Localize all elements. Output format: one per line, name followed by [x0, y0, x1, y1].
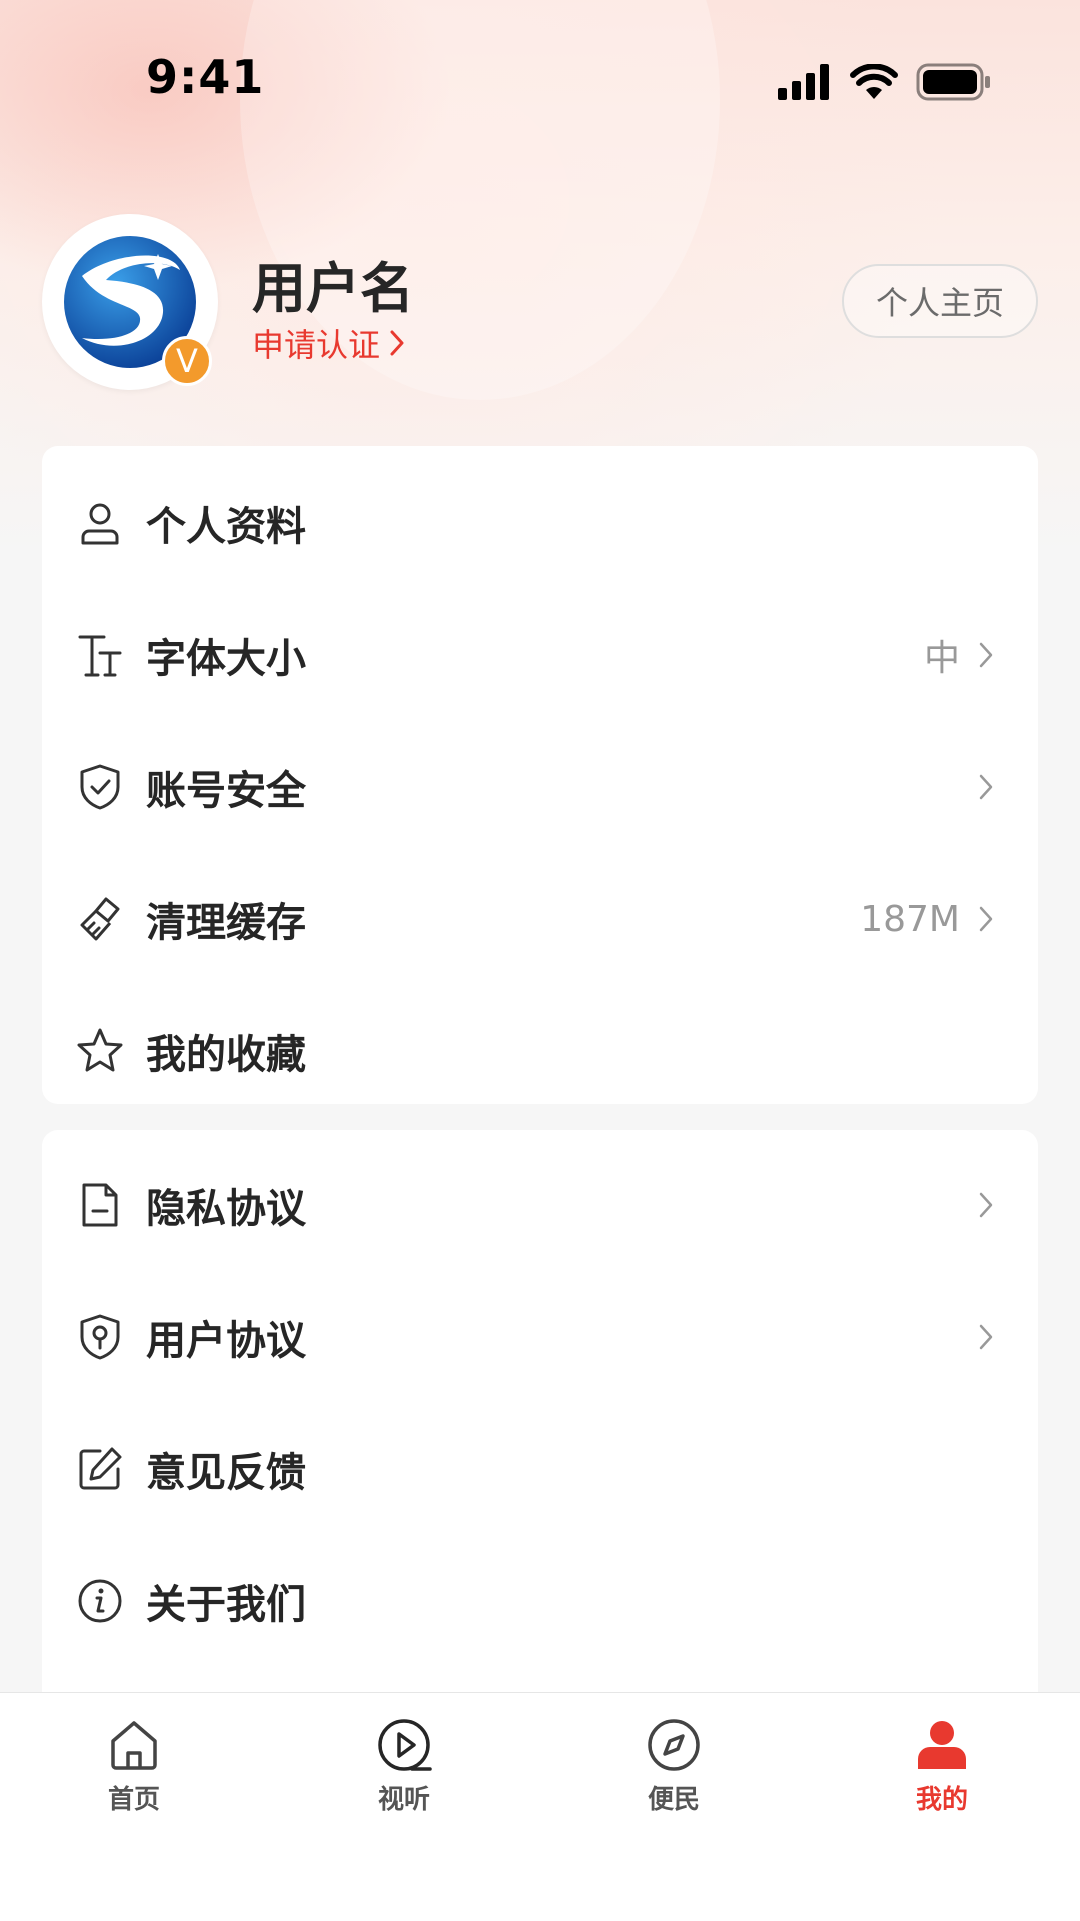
compass-icon — [648, 1719, 700, 1771]
user-icon — [76, 499, 124, 547]
tab-media[interactable]: 视听 — [314, 1715, 494, 1825]
menu-item-profile[interactable]: 个人资料 — [42, 457, 1038, 589]
person-icon — [918, 1721, 966, 1769]
status-bar: 9:41 — [0, 0, 1080, 160]
menu-item-privacy-policy[interactable]: 隐私协议 — [42, 1139, 1038, 1271]
chevron-right-icon — [979, 642, 993, 668]
bottom-tab-bar: 首页 视听 便民 我的 — [0, 1692, 1080, 1921]
settings-card-1: 个人资料 字体大小 中 账号安全 清理缓存 187M 我的收藏 — [42, 446, 1038, 1104]
menu-item-clear-cache[interactable]: 清理缓存 187M — [42, 853, 1038, 985]
profile-header: V 用户名 申请认证 个人主页 — [0, 200, 1080, 410]
menu-item-label: 隐私协议 — [146, 1186, 306, 1232]
shield-check-icon — [76, 763, 124, 811]
font-size-icon — [76, 631, 124, 679]
verify-link-label: 申请认证 — [252, 326, 381, 364]
tab-label: 首页 — [107, 1785, 160, 1815]
tab-label: 便民 — [647, 1785, 700, 1815]
menu-item-label: 个人资料 — [146, 504, 306, 550]
menu-item-account-security[interactable]: 账号安全 — [42, 721, 1038, 853]
username: 用户名 — [252, 257, 414, 320]
chevron-right-icon — [390, 330, 404, 356]
document-icon — [76, 1181, 124, 1229]
apply-verification-link[interactable]: 申请认证 — [252, 320, 404, 366]
chevron-right-icon — [979, 774, 993, 800]
battery-icon — [916, 63, 990, 101]
shield-key-icon — [76, 1313, 124, 1361]
chevron-right-icon — [979, 1324, 993, 1350]
cache-size-value: 187M — [860, 898, 960, 940]
info-icon — [76, 1577, 124, 1625]
tab-label: 视听 — [377, 1785, 430, 1815]
tab-home[interactable]: 首页 — [44, 1715, 224, 1825]
settings-card-2: 隐私协议 用户协议 意见反馈 关于我们 — [42, 1130, 1038, 1730]
chevron-right-icon — [979, 1192, 993, 1218]
cellular-signal-icon — [778, 64, 829, 100]
menu-item-label: 清理缓存 — [146, 900, 306, 946]
star-icon — [76, 1027, 124, 1075]
home-icon — [111, 1721, 157, 1770]
status-icons — [778, 60, 992, 104]
menu-item-feedback[interactable]: 意见反馈 — [42, 1403, 1038, 1535]
menu-item-user-agreement[interactable]: 用户协议 — [42, 1271, 1038, 1403]
tab-label: 我的 — [915, 1785, 968, 1815]
menu-item-favorites[interactable]: 我的收藏 — [42, 985, 1038, 1117]
brush-icon — [76, 895, 124, 943]
menu-item-label: 我的收藏 — [146, 1032, 306, 1078]
menu-item-label: 关于我们 — [146, 1582, 306, 1628]
chevron-right-icon — [979, 906, 993, 932]
menu-item-label: 用户协议 — [146, 1318, 306, 1364]
wifi-icon — [850, 64, 898, 99]
menu-item-label: 字体大小 — [146, 636, 306, 682]
menu-item-font-size[interactable]: 字体大小 中 — [42, 589, 1038, 721]
play-icon — [378, 1719, 432, 1771]
status-time: 9:41 — [146, 50, 265, 104]
tab-services[interactable]: 便民 — [584, 1715, 764, 1825]
font-size-value: 中 — [923, 638, 960, 679]
verified-badge: V — [162, 336, 212, 386]
menu-item-label: 意见反馈 — [146, 1450, 306, 1496]
menu-item-label: 账号安全 — [146, 768, 306, 814]
menu-item-about-us[interactable]: 关于我们 — [42, 1535, 1038, 1667]
tab-mine[interactable]: 我的 — [852, 1715, 1032, 1825]
personal-homepage-button[interactable]: 个人主页 — [842, 264, 1038, 338]
edit-icon — [76, 1445, 124, 1493]
